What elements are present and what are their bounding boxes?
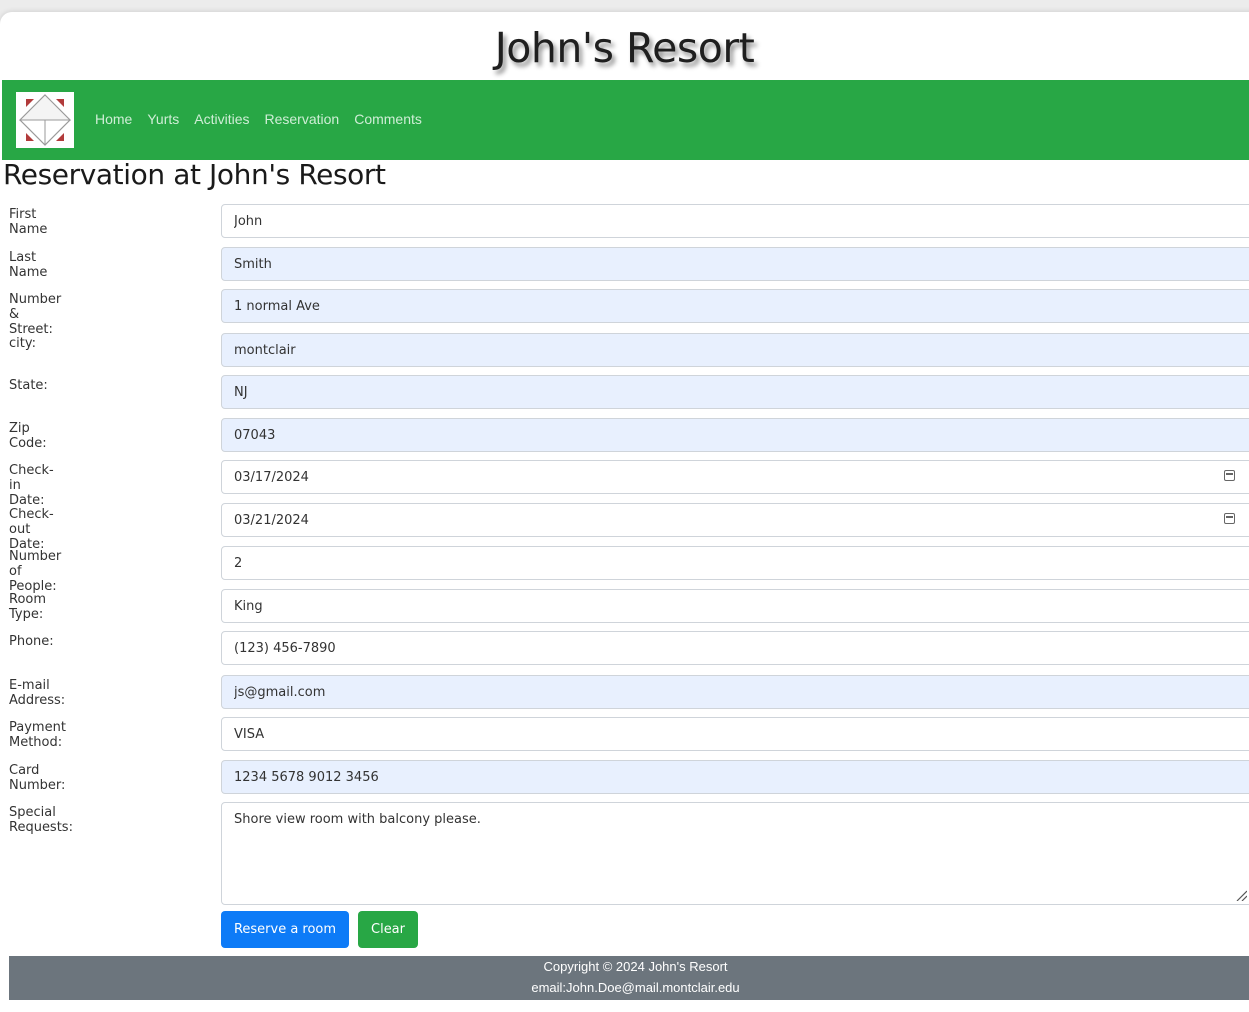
zip-input[interactable] bbox=[221, 418, 1249, 452]
email-label: E-mail Address: bbox=[9, 678, 66, 708]
nav-comments[interactable]: Comments bbox=[354, 111, 422, 127]
first-name-input[interactable] bbox=[221, 204, 1249, 238]
people-input[interactable] bbox=[221, 546, 1249, 580]
room-type-label: Room Type: bbox=[9, 592, 47, 622]
phone-label: Phone: bbox=[9, 634, 54, 649]
resize-grip-icon[interactable] bbox=[1235, 889, 1247, 901]
nav-links: Home Yurts Activities Reservation Commen… bbox=[95, 111, 437, 127]
checkin-wrapper bbox=[0, 460, 1249, 494]
calendar-icon[interactable] bbox=[1224, 470, 1235, 481]
state-input[interactable] bbox=[221, 375, 1249, 409]
reserve-button[interactable]: Reserve a room bbox=[221, 911, 349, 948]
zip-label: Zip Code: bbox=[9, 421, 47, 451]
navbar: Home Yurts Activities Reservation Commen… bbox=[2, 80, 1249, 160]
footer: Copyright © 2024 John's Resort email:Joh… bbox=[9, 956, 1249, 1000]
last-name-label: Last Name bbox=[9, 250, 48, 280]
card-input[interactable] bbox=[221, 760, 1249, 794]
nav-activities[interactable]: Activities bbox=[194, 111, 249, 127]
people-label: Number of People: bbox=[9, 549, 62, 594]
street-input[interactable] bbox=[221, 289, 1249, 323]
clear-button[interactable]: Clear bbox=[358, 911, 418, 948]
payment-input[interactable] bbox=[221, 717, 1249, 751]
page-heading: Reservation at John's Resort bbox=[3, 158, 386, 191]
footer-email: email:John.Doe@mail.montclair.edu bbox=[531, 980, 740, 995]
calendar-icon[interactable] bbox=[1224, 513, 1235, 524]
city-label: city: bbox=[9, 336, 36, 351]
first-name-label: First Name bbox=[9, 207, 48, 237]
nav-home[interactable]: Home bbox=[95, 111, 132, 127]
room-type-input[interactable] bbox=[221, 589, 1249, 623]
email-input[interactable] bbox=[221, 675, 1249, 709]
street-label: Number & Street: bbox=[9, 292, 62, 337]
footer-copyright: Copyright © 2024 John's Resort bbox=[543, 959, 728, 974]
payment-label: Payment Method: bbox=[9, 720, 66, 750]
checkout-date-input[interactable] bbox=[221, 503, 1249, 537]
card-label: Card Number: bbox=[9, 763, 66, 793]
phone-input[interactable] bbox=[221, 631, 1249, 665]
special-requests-textarea[interactable]: Shore view room with balcony please. bbox=[221, 802, 1249, 905]
cube-logo-icon[interactable] bbox=[16, 92, 74, 148]
requests-wrapper: Shore view room with balcony please. bbox=[0, 802, 1249, 905]
state-label: State: bbox=[9, 378, 48, 393]
nav-yurts[interactable]: Yurts bbox=[147, 111, 179, 127]
checkin-date-input[interactable] bbox=[221, 460, 1249, 494]
site-title: John's Resort bbox=[494, 24, 755, 72]
last-name-input[interactable] bbox=[221, 247, 1249, 281]
city-input[interactable] bbox=[221, 333, 1249, 367]
checkout-wrapper bbox=[0, 503, 1249, 537]
nav-reservation[interactable]: Reservation bbox=[265, 111, 340, 127]
